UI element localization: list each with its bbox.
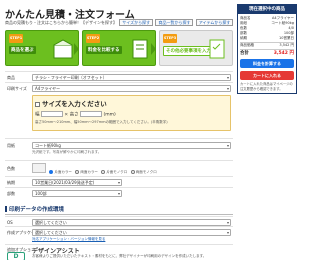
width-label: 幅 <box>35 112 40 118</box>
step-3: STEP3 その他必要事項を入力 <box>159 30 233 66</box>
row-delivery: 納期 10営業日(2021/03/29発送予定) <box>5 176 233 187</box>
print-data-heading: 印刷データの作成環境 <box>5 205 233 215</box>
link-products[interactable]: 商品一覧から探す <box>155 19 194 26</box>
step-2-label: 料金を比較する <box>86 46 122 54</box>
color-swatch-icon <box>32 163 46 173</box>
qty-label: 部数 <box>7 191 15 196</box>
step-1-label: 商品を選ぶ <box>9 46 36 54</box>
os-select[interactable]: 選択してください <box>32 219 231 226</box>
page-title: かんたん見積・注文フォーム <box>5 10 135 21</box>
step-2-tag: STEP2 <box>86 34 100 43</box>
product-label: 商品 <box>7 75 15 80</box>
delivery-label: 納期 <box>7 180 15 185</box>
qty-select[interactable]: 100部 <box>32 190 122 197</box>
app-select[interactable]: 選択してください <box>32 229 231 236</box>
summary-row: 納期 10営業日 <box>240 36 294 40</box>
link-size[interactable]: サイズから探す <box>119 19 154 26</box>
width-input[interactable] <box>40 111 63 117</box>
custom-size-checkbox[interactable] <box>35 102 40 107</box>
checklist-icon <box>209 39 225 59</box>
row-os: OS 選択してください <box>5 216 233 226</box>
height-label: 高さ <box>69 112 79 118</box>
document-icon <box>132 39 148 59</box>
color-radio-4[interactable] <box>130 170 135 174</box>
total-price: 3,542 円 <box>273 51 294 56</box>
row-options: 追加オプション D デザインアシスト お客様よりご提供いただいたテキスト・素材を… <box>5 244 233 260</box>
os-label: OS <box>7 220 13 225</box>
height-input[interactable] <box>80 111 103 117</box>
color-radio-1[interactable] <box>49 170 54 174</box>
custom-size-box: サイズを入力ください 幅 × 高さ (mm) 高さ50mm〜210mm、幅50m… <box>32 95 231 131</box>
header-note: 商品の見積もり・注文はこちらから簡単！【デザインを探す】 サイズから探す 商品一… <box>5 19 234 26</box>
subtotal-row: 商品価格 3,542 円 <box>240 42 294 47</box>
unit-label: (mm) <box>103 112 116 118</box>
color-label: 色数 <box>7 166 15 171</box>
total-row: 合計 3,542 円 <box>240 49 294 56</box>
row-size: 印刷サイズ A4フライヤー サイズを入力ください 幅 × 高さ (mm) 高さ5… <box>5 82 233 138</box>
step-1: STEP1 商品を選ぶ <box>5 30 79 66</box>
color-option-2: 両面カラー <box>80 170 98 174</box>
step-progress: STEP1 商品を選ぶ STEP2 料金を比較する STEP3 その他必要事項を… <box>5 30 233 66</box>
step-2: STEP2 料金を比較する <box>82 30 156 66</box>
calculate-button[interactable]: 料金を計算する <box>240 59 294 68</box>
step-1-tag: STEP1 <box>9 34 23 43</box>
color-radio-3[interactable] <box>101 170 106 174</box>
custom-size-title: サイズを入力ください <box>42 100 107 108</box>
color-option-4: 両面モノクロ <box>135 170 157 174</box>
step-3-tag: STEP3 <box>163 34 177 43</box>
delivery-select[interactable]: 10営業日(2021/03/29発送予定) <box>32 179 122 186</box>
sidebar-note: カートに入れた商品はマイページの注文履歴から確認できます。 <box>240 82 293 91</box>
link-items[interactable]: アイテムから探す <box>195 19 234 26</box>
row-paper: 用紙 コート紙90kg 光沢紙です。写真が鮮やかに印刷されます。 <box>5 138 233 160</box>
row-app: 作成アプリケーション 選択してください 対応アプリケーション・バージョン情報を見… <box>5 226 233 244</box>
custom-size-note: 高さ50mm〜210mm、幅50mm〜297mmの範囲で入力してください。(半角… <box>35 119 168 124</box>
paper-select[interactable]: コート紙90kg <box>32 142 231 149</box>
header-note-text: 商品の見積もり・注文はこちらから簡単！【デザインを探す】 <box>5 20 117 25</box>
size-label: 印刷サイズ <box>7 86 27 91</box>
color-option-3: 片面モノクロ <box>106 170 128 174</box>
size-select[interactable]: A4フライヤー <box>32 85 231 92</box>
design-assist-icon: D <box>7 252 25 260</box>
row-qty: 部数 100部 <box>5 187 233 198</box>
sidebar-summary: 現在選択中の商品 商品名 A4フライヤー 用紙 コート紙90kg 色数 4/0 部数 1… <box>237 4 297 94</box>
row-color: 色数 片面カラー 両面カラー 片面モノクロ 両面モノクロ <box>5 160 233 176</box>
box-icon <box>53 39 73 59</box>
sidebar-heading: 現在選択中の商品 <box>237 4 297 14</box>
sidebar-body: 商品名 A4フライヤー 用紙 コート紙90kg 色数 4/0 部数 100部 納期 10営… <box>237 14 297 94</box>
design-assist-desc: お客様よりご提供いただいたテキスト・素材をもとに、弊社デザイナーが印刷用のデザイ… <box>32 254 207 258</box>
paper-hint: 光沢紙です。写真が鮮やかに印刷されます。 <box>32 150 102 154</box>
product-select[interactable]: チラシ・フライヤー印刷（オフセット） <box>32 74 231 81</box>
color-option-1: 片面カラー <box>54 170 72 174</box>
row-product: 商品 チラシ・フライヤー印刷（オフセット） <box>5 71 233 82</box>
color-radio-2[interactable] <box>75 170 80 174</box>
add-to-cart-button[interactable]: カートに入れる <box>240 71 294 80</box>
app-version-link[interactable]: 対応アプリケーション・バージョン情報を見る <box>32 237 231 242</box>
paper-label: 用紙 <box>7 143 15 148</box>
